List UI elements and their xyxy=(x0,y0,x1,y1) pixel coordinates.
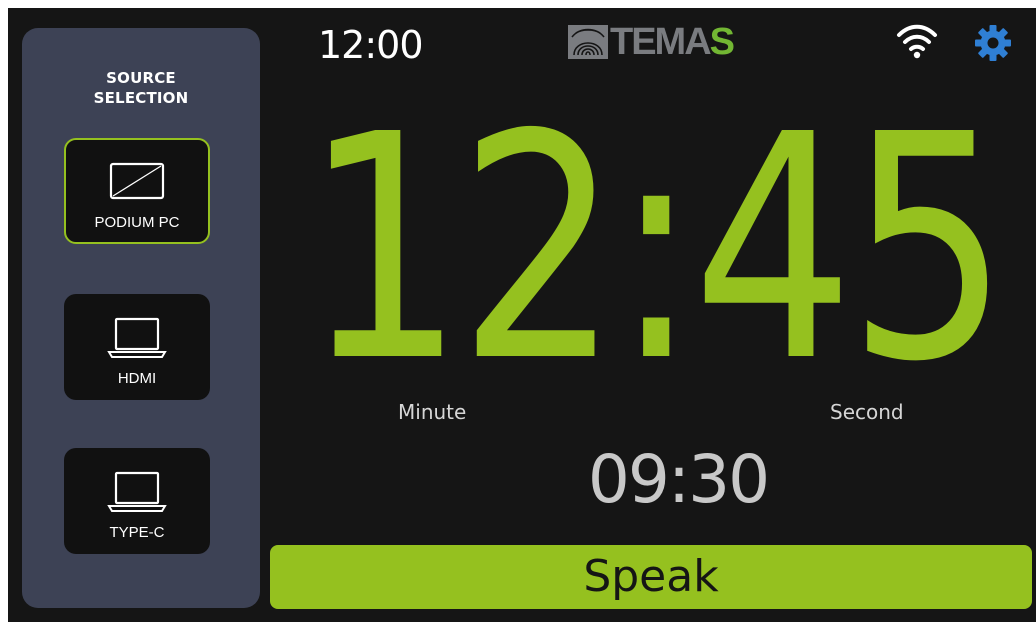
timer-screen: SOURCE SELECTION PODIUM PC HDMI TYPE-C 1… xyxy=(8,8,1036,622)
source-label: PODIUM PC xyxy=(94,214,180,231)
monitor-icon xyxy=(109,162,165,200)
temas-logo: TEMAS xyxy=(568,21,735,63)
fingerprint-icon xyxy=(568,25,608,59)
source-button-hdmi[interactable]: HDMI xyxy=(64,294,210,400)
logo-text-accent: S xyxy=(709,21,735,63)
secondary-time: 09:30 xyxy=(587,441,770,518)
minute-label: Minute xyxy=(398,400,467,424)
gear-icon[interactable] xyxy=(974,24,1012,62)
speak-label: Speak xyxy=(583,551,719,602)
logo-text-main: TEMA xyxy=(610,21,712,63)
speak-status-bar[interactable]: Speak xyxy=(270,545,1032,609)
laptop-icon xyxy=(107,471,167,512)
source-button-podium-pc[interactable]: PODIUM PC xyxy=(64,138,210,244)
main-countdown: 12:45 xyxy=(303,69,1009,430)
source-label: HDMI xyxy=(117,370,157,387)
source-label: TYPE-C xyxy=(109,524,165,541)
source-selection-panel: SOURCE SELECTION PODIUM PC HDMI TYPE-C xyxy=(22,28,260,608)
laptop-icon xyxy=(107,317,167,358)
source-button-type-c[interactable]: TYPE-C xyxy=(64,448,210,554)
logo-text: TEMAS xyxy=(610,21,735,63)
source-selection-title-line1: SOURCE xyxy=(106,69,176,87)
current-time: 12:00 xyxy=(318,23,424,67)
second-label: Second xyxy=(830,400,904,424)
source-selection-title-line2: SELECTION xyxy=(93,89,189,107)
source-selection-title: SOURCE SELECTION xyxy=(22,68,260,108)
wifi-icon[interactable] xyxy=(896,22,938,60)
